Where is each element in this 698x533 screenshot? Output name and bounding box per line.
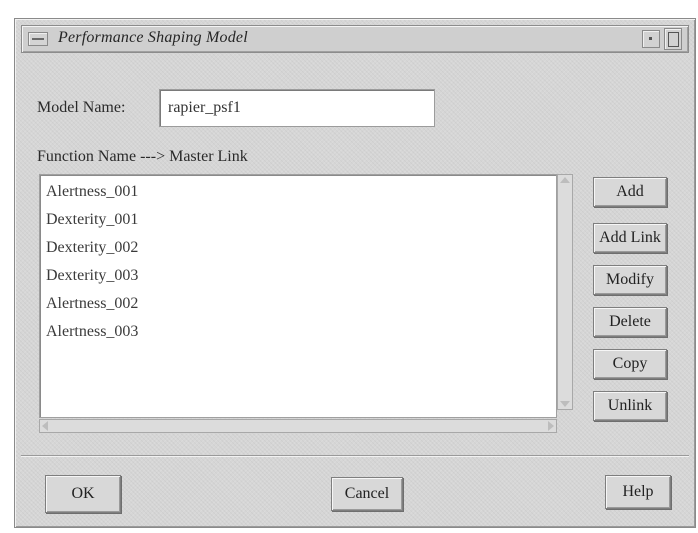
window-menu-icon[interactable] bbox=[28, 32, 48, 46]
list-item[interactable]: Dexterity_001 bbox=[46, 211, 138, 229]
ok-button[interactable]: OK bbox=[45, 475, 121, 513]
title-bar[interactable]: Performance Shaping Model bbox=[21, 25, 689, 53]
function-name-header: Function Name ---> Master Link bbox=[37, 148, 248, 165]
separator bbox=[21, 455, 689, 457]
list-item[interactable]: Alertness_002 bbox=[46, 295, 138, 313]
maximize-icon[interactable] bbox=[664, 28, 682, 50]
list-item[interactable]: Alertness_003 bbox=[46, 323, 138, 341]
function-list[interactable]: Alertness_001 Dexterity_001 Dexterity_00… bbox=[39, 174, 557, 418]
add-link-button[interactable]: Add Link bbox=[593, 223, 667, 253]
modify-button[interactable]: Modify bbox=[593, 265, 667, 295]
list-item[interactable]: Alertness_001 bbox=[46, 183, 138, 201]
window-title: Performance Shaping Model bbox=[58, 29, 248, 46]
scroll-left-icon[interactable] bbox=[42, 421, 48, 431]
horizontal-scrollbar[interactable] bbox=[39, 419, 557, 433]
model-name-label: Model Name: bbox=[37, 99, 126, 116]
scroll-up-icon[interactable] bbox=[560, 177, 570, 183]
list-item[interactable]: Dexterity_003 bbox=[46, 267, 138, 285]
list-item[interactable]: Dexterity_002 bbox=[46, 239, 138, 257]
scroll-down-icon[interactable] bbox=[560, 401, 570, 407]
unlink-button[interactable]: Unlink bbox=[593, 391, 667, 421]
help-button[interactable]: Help bbox=[605, 475, 671, 509]
model-name-input[interactable]: rapier_psf1 bbox=[159, 89, 435, 127]
minimize-icon[interactable] bbox=[642, 30, 660, 48]
scroll-right-icon[interactable] bbox=[548, 421, 554, 431]
add-button[interactable]: Add bbox=[593, 177, 667, 207]
delete-button[interactable]: Delete bbox=[593, 307, 667, 337]
vertical-scrollbar[interactable] bbox=[557, 174, 573, 410]
performance-shaping-model-window: Performance Shaping Model Model Name: ra… bbox=[14, 18, 696, 528]
copy-button[interactable]: Copy bbox=[593, 349, 667, 379]
cancel-button[interactable]: Cancel bbox=[331, 477, 403, 511]
